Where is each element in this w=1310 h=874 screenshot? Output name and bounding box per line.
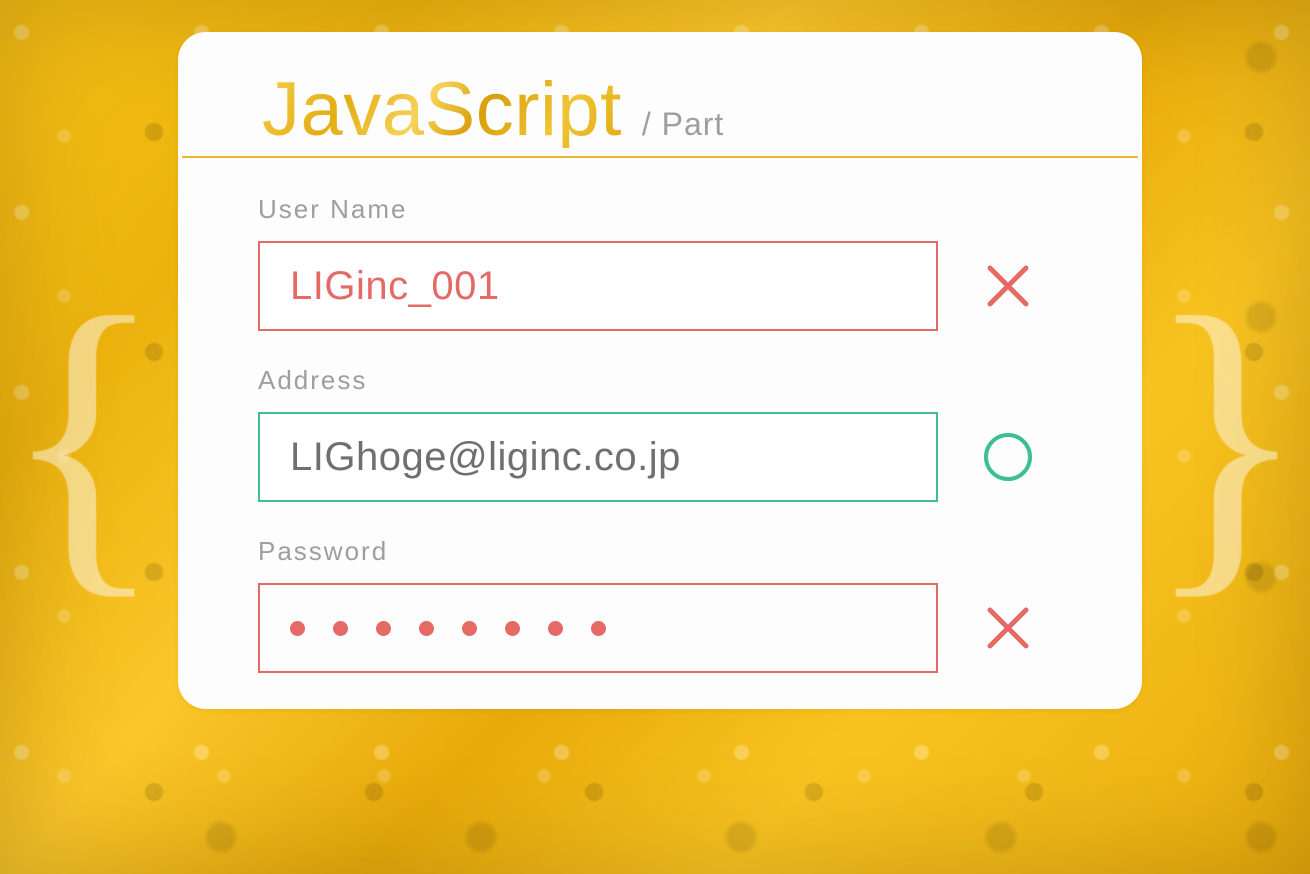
error-icon — [982, 260, 1034, 312]
password-dot — [419, 621, 434, 636]
field-password: Password — [258, 536, 1062, 673]
password-dot — [333, 621, 348, 636]
page-title: JavaScript — [262, 72, 622, 148]
ok-icon — [982, 431, 1034, 483]
password-row — [258, 583, 1062, 673]
password-dot — [505, 621, 520, 636]
password-dot — [462, 621, 477, 636]
password-label: Password — [258, 536, 1062, 567]
field-username: User Name — [258, 194, 1062, 331]
card-header: JavaScript / Part — [182, 32, 1138, 158]
form-body: User Name Address Password — [178, 158, 1142, 697]
password-dot — [548, 621, 563, 636]
username-label: User Name — [258, 194, 1062, 225]
username-input[interactable] — [258, 241, 938, 331]
password-dot — [591, 621, 606, 636]
address-row — [258, 412, 1062, 502]
form-card: JavaScript / Part User Name Address — [178, 32, 1142, 709]
error-icon — [982, 602, 1034, 654]
username-row — [258, 241, 1062, 331]
address-input[interactable] — [258, 412, 938, 502]
password-dot — [290, 621, 305, 636]
password-input[interactable] — [258, 583, 938, 673]
page-subtitle: / Part — [642, 106, 724, 143]
address-label: Address — [258, 365, 1062, 396]
password-dot — [376, 621, 391, 636]
field-address: Address — [258, 365, 1062, 502]
